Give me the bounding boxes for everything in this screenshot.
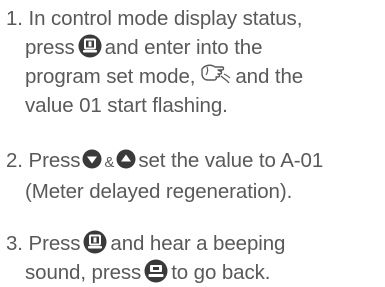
step-3-line-2: sound, press to go back. (6, 258, 385, 287)
step-3-text-c: sound, press (25, 261, 142, 284)
step-1-text-b: press (25, 36, 75, 59)
step-1-line-1: 1. In control mode display status, (6, 4, 385, 33)
step-1-text-a: In control mode display status, (28, 7, 303, 30)
step-3-text-d: to go back. (171, 261, 271, 284)
step-1-text-c: and enter into the (104, 36, 263, 59)
step-1: 1. In control mode display status, press… (6, 4, 385, 120)
step-2-text-a: Press (28, 149, 81, 172)
step-1-line-3: program set mode, and the (6, 62, 385, 91)
step-2: 2. Press & set the value to A-01 (Meter de… (6, 146, 385, 206)
step-3-text-a: Press (28, 232, 81, 255)
step-3-text-b: and hear a beeping (110, 232, 286, 255)
step-1-text-f: value 01 start flashing. (25, 94, 228, 117)
pointing-hand-icon (199, 63, 231, 85)
return-button-icon (144, 259, 168, 283)
step-2-ampersand: & (104, 154, 115, 171)
step-1-text-d: program set mode, (25, 65, 196, 88)
down-arrow-button-icon (82, 149, 102, 169)
up-arrow-button-icon (116, 149, 136, 169)
step-2-line-2: (Meter delayed regeneration). (6, 177, 385, 206)
menu-button-icon (83, 230, 107, 254)
menu-button-icon (78, 34, 102, 58)
step-3-line-1: 3. Press and hear a beeping (6, 229, 385, 258)
step-1-number: 1. (6, 7, 23, 30)
step-1-text-e: and the (235, 65, 304, 88)
step-2-text-c: (Meter delayed regeneration). (25, 180, 293, 203)
step-1-line-2: press and enter into the (6, 33, 385, 62)
step-3: 3. Press and hear a beeping sound, press t… (6, 229, 385, 287)
step-2-text-b: set the value to A-01 (138, 149, 324, 172)
step-1-line-4: value 01 start flashing. (6, 91, 385, 120)
step-2-line-1: 2. Press & set the value to A-01 (6, 146, 385, 177)
step-2-number: 2. (6, 149, 23, 172)
instruction-list: 1. In control mode display status, press… (0, 0, 385, 287)
step-3-number: 3. (6, 232, 23, 255)
